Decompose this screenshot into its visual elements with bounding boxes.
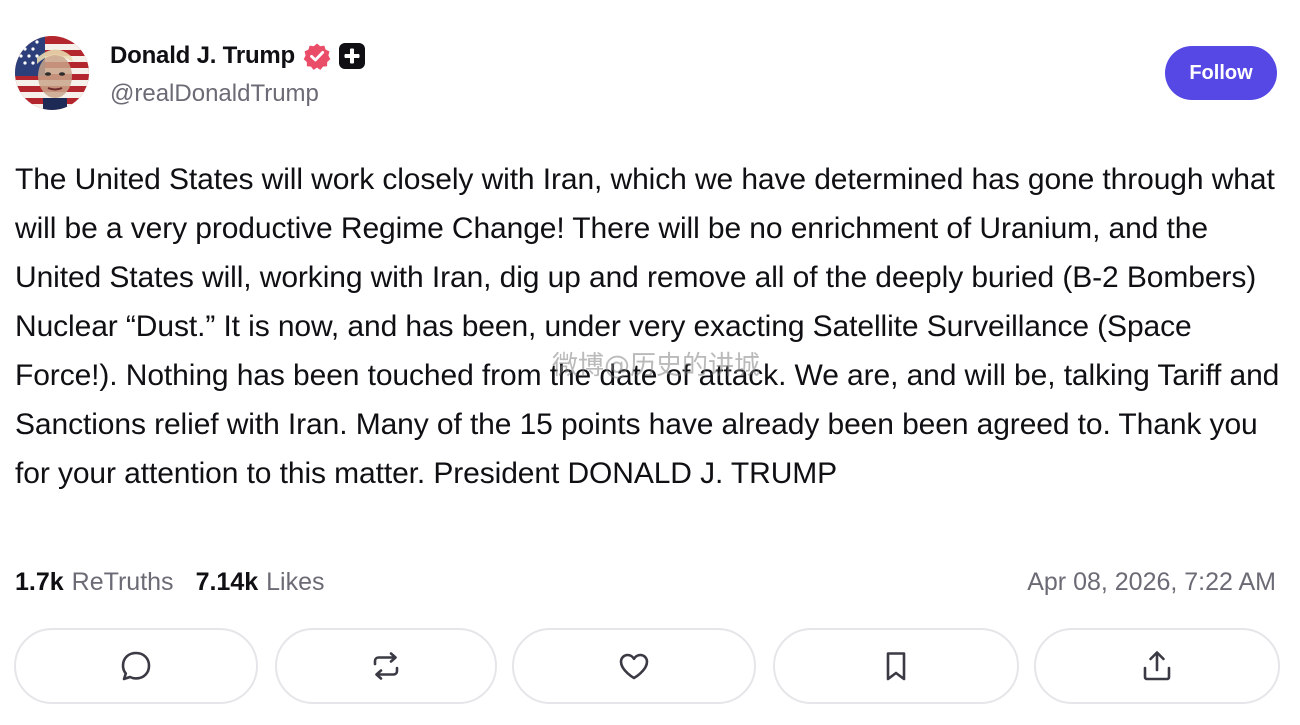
reply-button[interactable]: [14, 628, 258, 704]
like-button[interactable]: [512, 628, 756, 704]
comment-icon: [121, 651, 151, 681]
action-bar: [14, 628, 1280, 704]
avatar[interactable]: [15, 36, 89, 110]
bookmark-button[interactable]: [773, 628, 1019, 704]
likes-label: Likes: [266, 567, 325, 596]
share-icon: [1143, 651, 1171, 681]
post-stats: 1.7k ReTruths 7.14k Likes: [15, 562, 347, 602]
heart-icon: [619, 653, 649, 680]
share-button[interactable]: [1034, 628, 1280, 704]
likes-stat[interactable]: 7.14k Likes: [196, 568, 325, 597]
plus-badge-icon: [339, 43, 366, 69]
retruths-count: 1.7k: [15, 567, 64, 596]
retruths-stat[interactable]: 1.7k ReTruths: [15, 568, 174, 597]
user-handle[interactable]: @realDonaldTrump: [110, 80, 319, 108]
post-timestamp[interactable]: Apr 08, 2026, 7:22 AM: [1027, 562, 1276, 602]
verified-badge-icon: [303, 42, 331, 70]
retruth-button[interactable]: [275, 628, 497, 704]
post-header: Donald J. Trump @realDonaldTrump Follow: [15, 34, 1277, 114]
flag-portrait-avatar-icon: [15, 36, 89, 110]
follow-button[interactable]: Follow: [1165, 46, 1277, 100]
retruths-label: ReTruths: [71, 567, 174, 596]
likes-count: 7.14k: [195, 567, 259, 596]
repost-icon: [373, 652, 399, 680]
bookmark-icon: [886, 652, 906, 681]
post-text: The United States will work closely with…: [15, 163, 1280, 490]
name-row: Donald J. Trump: [110, 40, 366, 72]
display-name[interactable]: Donald J. Trump: [110, 42, 295, 70]
